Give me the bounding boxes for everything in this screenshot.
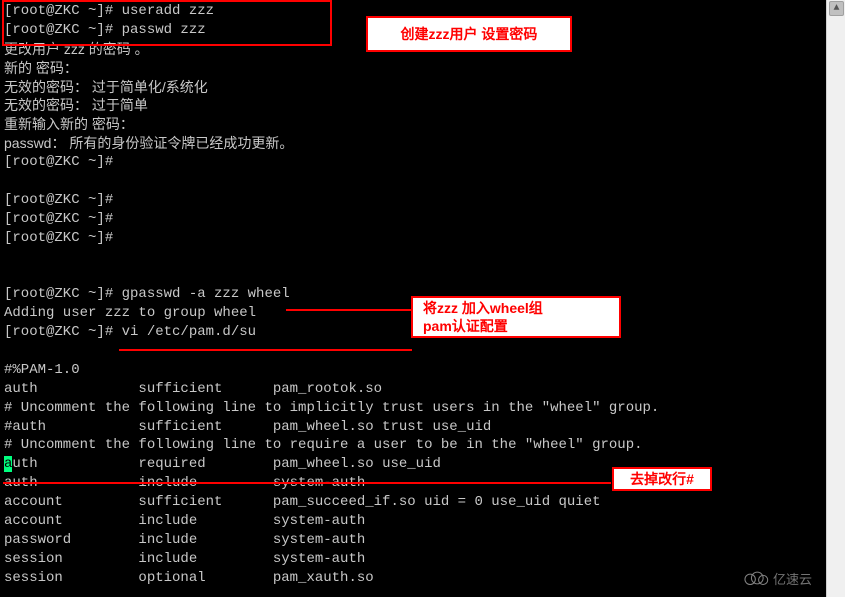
terminal-line <box>4 248 822 267</box>
callout-remove-hash: 去掉改行# <box>612 467 712 491</box>
terminal-line: # Uncomment the following line to implic… <box>4 399 822 418</box>
terminal-line: password include system-auth <box>4 531 822 550</box>
cloud-icon <box>743 569 769 587</box>
terminal-line: [root@ZKC ~]# <box>4 210 822 229</box>
scroll-up-button[interactable]: ▲ <box>829 1 844 16</box>
terminal-line: passwd： 所有的身份验证令牌已经成功更新。 <box>4 134 822 153</box>
terminal-line: # Uncomment the following line to requir… <box>4 436 822 455</box>
terminal-line: [root@ZKC ~]# <box>4 191 822 210</box>
terminal-line: account include system-auth <box>4 512 822 531</box>
terminal-line: session include system-auth <box>4 550 822 569</box>
callout-text-line2: pam认证配置 <box>423 317 508 335</box>
terminal-line: auth sufficient pam_rootok.so <box>4 380 822 399</box>
terminal-line: #%PAM-1.0 <box>4 361 822 380</box>
vertical-scrollbar[interactable]: ▲ <box>826 0 845 597</box>
terminal-line: 无效的密码： 过于简单化/系统化 <box>4 78 822 97</box>
terminal-line <box>4 266 822 285</box>
chevron-up-icon: ▲ <box>833 3 839 14</box>
terminal-line: 无效的密码： 过于简单 <box>4 96 822 115</box>
callout-text: 创建zzz用户 设置密码 <box>401 24 538 44</box>
terminal-line: session optional pam_xauth.so <box>4 569 822 588</box>
callout-wheel-pam: 将zzz 加入wheel组 pam认证配置 <box>411 296 621 338</box>
watermark-logo: 亿速云 <box>743 563 823 593</box>
terminal-line: 新的 密码： <box>4 59 822 78</box>
terminal-line: #auth sufficient pam_wheel.so trust use_… <box>4 418 822 437</box>
callout-text-line1: 将zzz 加入wheel组 <box>423 299 543 317</box>
terminal-line: 重新输入新的 密码： <box>4 115 822 134</box>
terminal-line: account sufficient pam_succeed_if.so uid… <box>4 493 822 512</box>
terminal-line: [root@ZKC ~]# <box>4 229 822 248</box>
terminal-line <box>4 342 822 361</box>
watermark-text: 亿速云 <box>773 569 812 588</box>
terminal-line <box>4 172 822 191</box>
callout-create-user: 创建zzz用户 设置密码 <box>366 16 572 52</box>
callout-text: 去掉改行# <box>630 469 694 489</box>
cursor-highlight: a <box>4 456 12 472</box>
terminal-line: [root@ZKC ~]# <box>4 153 822 172</box>
